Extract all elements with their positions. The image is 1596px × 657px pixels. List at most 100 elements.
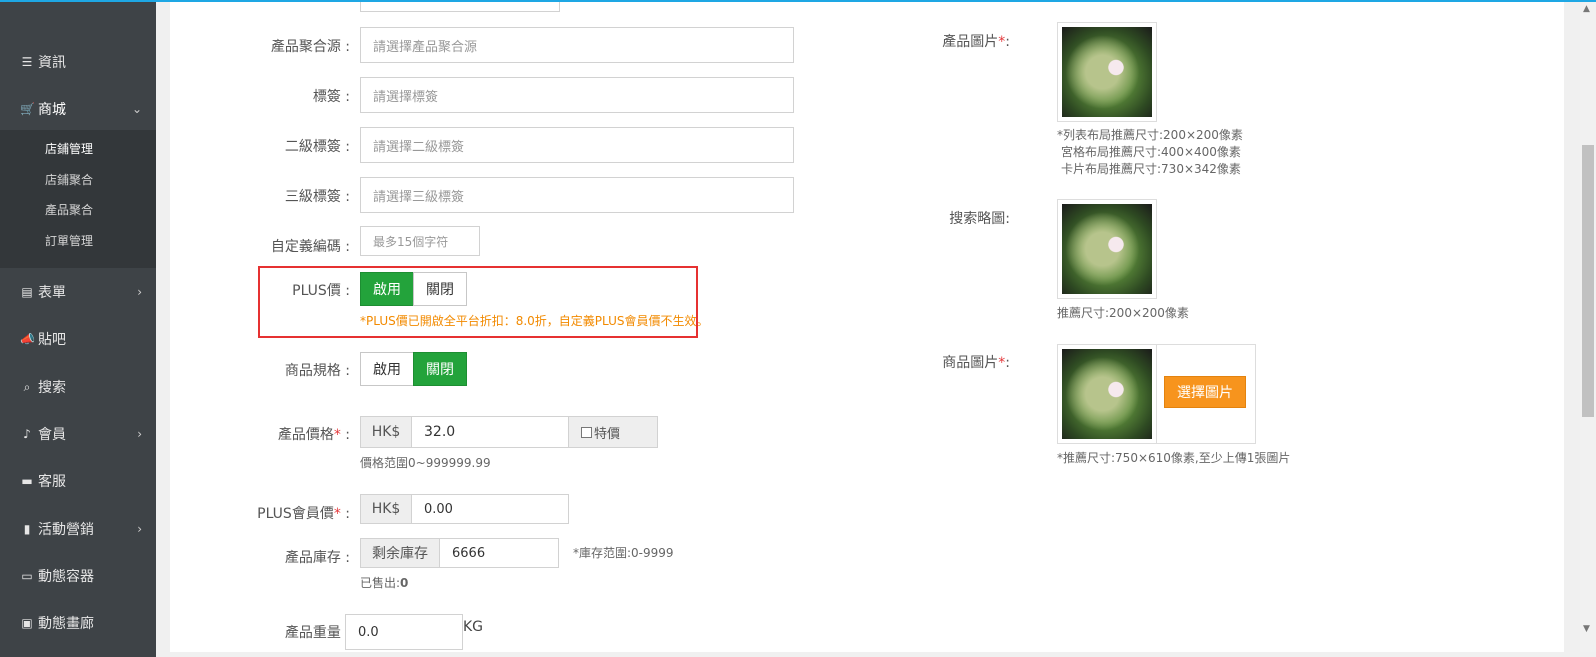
sidebar-item-customer-service[interactable]: ▬ 客服 [0, 458, 156, 504]
special-price-addon[interactable]: 特價 [568, 416, 658, 448]
sidebar-item-forum[interactable]: 📣 貼吧 [0, 316, 156, 362]
chat-icon: ▬ [21, 474, 33, 488]
aggregate-source-label: 產品聚合源 : [270, 39, 350, 55]
weight-input[interactable]: 0.0 [345, 614, 463, 650]
cart-icon: 🛒 [20, 102, 35, 116]
form-icon: ▤ [21, 285, 33, 299]
search-thumb-label: 搜索略圖: [949, 211, 1010, 227]
custom-code-label: 自定義編碼 : [270, 239, 350, 255]
search-thumb-hint: 推薦尺寸:200×200像素 [1057, 306, 1189, 320]
chevron-right-icon: › [137, 427, 142, 441]
price-label-colon: : [340, 427, 350, 443]
product-image-thumbnail[interactable] [1057, 22, 1157, 122]
sidebar-item-mall[interactable]: 🛒 商城 ⌄ [0, 86, 156, 132]
sidebar-item-dynamic-container[interactable]: ▭ 動態容器 [0, 553, 156, 599]
sidebar-item-search[interactable]: ⌕ 搜索 [0, 364, 156, 410]
sidebar-item-members[interactable]: ♪ 會員 › [0, 411, 156, 457]
scrollbar-thumb[interactable] [1582, 145, 1594, 417]
plus-member-price-label-colon: : [340, 506, 350, 522]
tag3-label: 三級標簽 : [284, 189, 350, 205]
goods-images-label: 商品圖片*: [830, 352, 1010, 372]
sidebar-item-label: 動態畫廊 [38, 616, 94, 632]
vertical-scrollbar[interactable]: ▲ ▼ [1580, 2, 1596, 652]
plus-member-price-input[interactable]: 0.00 [411, 494, 569, 524]
plus-price-highlight [258, 266, 698, 338]
scroll-down-arrow-icon[interactable]: ▼ [1583, 624, 1590, 634]
sidebar-item-marketing[interactable]: ▮ 活動營銷 › [0, 506, 156, 552]
sidebar-subitem-order-management[interactable]: 訂單管理 [45, 232, 93, 249]
list-icon: ☰ [21, 55, 33, 69]
tag2-input[interactable]: 請選擇二級標簽 [360, 127, 794, 163]
weight-unit: KG [463, 619, 484, 635]
sold-label: 已售出: [360, 576, 401, 590]
tag3-input[interactable]: 請選擇三級標簽 [360, 177, 794, 213]
monitor-icon: ▭ [21, 569, 33, 583]
sidebar-item-label: 客服 [38, 474, 66, 490]
goods-image-thumbnail[interactable] [1057, 344, 1157, 444]
sidebar-item-label: 商城 [38, 102, 66, 118]
sidebar-subitem-store-management[interactable]: 店鋪管理 [45, 140, 93, 157]
tag2-label: 二級標簽 : [284, 139, 350, 155]
food-photo [1062, 204, 1152, 294]
scroll-up-arrow-icon[interactable]: ▲ [1583, 4, 1590, 14]
product-image-label: 產品圖片*: [830, 31, 1010, 51]
sidebar-item-dynamic-gallery[interactable]: ▣ 動態畫廊 [0, 600, 156, 646]
spec-enable-button[interactable]: 啟用 [360, 352, 414, 386]
food-photo [1062, 27, 1152, 117]
tag-label: 標簽 : [312, 89, 350, 105]
search-icon: ⌕ [23, 379, 31, 394]
required-asterisk: * [333, 506, 341, 522]
search-thumb-image[interactable] [1057, 199, 1157, 299]
sidebar-item-label: 資訊 [38, 55, 66, 71]
food-photo [1062, 349, 1152, 439]
spec-disable-button[interactable]: 關閉 [413, 352, 467, 386]
product-image-hints: *列表布局推薦尺寸:200×200像素 宮格布局推薦尺寸:400×400像素 卡… [1057, 127, 1243, 178]
product-image-label-colon: : [1005, 34, 1010, 50]
price-currency-addon: HK$ [360, 416, 412, 448]
sidebar: ☰ 資訊 🛒 商城 ⌄ 店鋪管理 店鋪聚合 產品聚合 訂單管理 ▤ 表單 › 📣… [0, 0, 156, 657]
sidebar-subitem-store-aggregate[interactable]: 店鋪聚合 [45, 171, 93, 188]
stock-range-hint: *庫存范圍:0-9999 [573, 546, 674, 560]
tag-input[interactable]: 請選擇標簽 [360, 77, 794, 113]
sidebar-item-label: 活動營銷 [38, 522, 94, 538]
chevron-down-icon: ⌄ [131, 102, 142, 116]
special-price-checkbox[interactable] [581, 426, 592, 438]
special-price-label: 特價 [594, 426, 621, 442]
sidebar-item-label: 會員 [38, 427, 66, 443]
sidebar-item-info[interactable]: ☰ 資訊 [0, 39, 156, 85]
goods-images-label-text: 商品圖片 [942, 355, 999, 371]
spec-label: 商品規格 : [284, 363, 350, 379]
sidebar-item-label: 搜索 [38, 380, 66, 396]
stock-input[interactable]: 6666 [439, 538, 559, 568]
goods-images-label-colon: : [1005, 355, 1010, 371]
price-range-hint: 價格范圍0~999999.99 [360, 456, 491, 470]
aggregate-source-input[interactable]: 請選擇產品聚合源 [360, 27, 794, 63]
image-icon: ▣ [21, 616, 33, 630]
sidebar-item-label: 表單 [38, 285, 66, 301]
price-label-text: 產品價格 [277, 427, 334, 443]
sidebar-subitem-product-aggregate[interactable]: 產品聚合 [45, 201, 93, 218]
plus-member-price-label: PLUS會員價* : [170, 503, 350, 523]
sidebar-item-forms[interactable]: ▤ 表單 › [0, 269, 156, 315]
weight-label: 產品重量 : [284, 625, 350, 641]
stock-label: 產品庫存 : [284, 550, 350, 566]
goods-images-hint: *推薦尺寸:750×610像素,至少上傳1張圖片 [1057, 451, 1291, 465]
sold-count: 已售出:0 [360, 574, 408, 591]
sold-value: 0 [400, 576, 409, 590]
chevron-right-icon: › [137, 285, 142, 299]
price-input[interactable]: 32.0 [411, 416, 569, 448]
bookmark-icon: ▮ [23, 522, 31, 536]
chevron-right-icon: › [137, 522, 142, 536]
mall-submenu: 店鋪管理 店鋪聚合 產品聚合 訂單管理 [0, 130, 156, 268]
sidebar-item-label: 動態容器 [38, 569, 94, 585]
bell-icon: ♪ [23, 427, 31, 441]
hint-list-layout: *列表布局推薦尺寸:200×200像素 [1057, 128, 1243, 142]
choose-image-button[interactable]: 選擇圖片 [1164, 376, 1246, 408]
required-asterisk: * [333, 427, 341, 443]
hint-grid-layout: 宮格布局推薦尺寸:400×400像素 [1061, 145, 1241, 159]
price-label: 產品價格* : [170, 424, 350, 444]
top-accent-bar [0, 0, 1596, 2]
plus-member-currency-addon: HK$ [360, 494, 412, 524]
custom-code-input[interactable]: 最多15個字符 [360, 226, 480, 256]
plus-member-price-label-text: PLUS會員價 [257, 506, 334, 522]
